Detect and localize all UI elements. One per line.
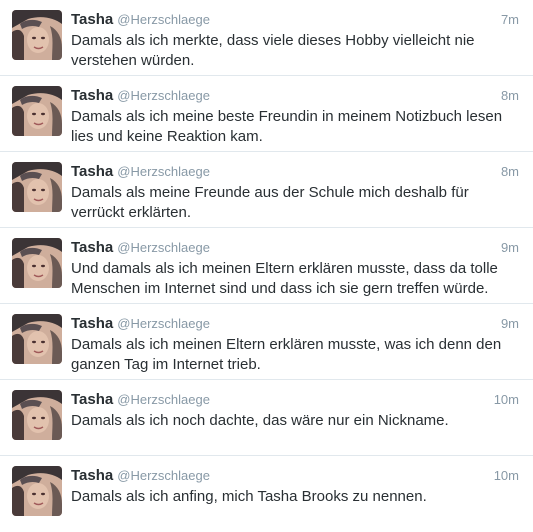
user-handle[interactable]: @Herzschlaege — [117, 316, 210, 331]
user-name[interactable]: Tasha — [71, 467, 113, 484]
timestamp[interactable]: 7m — [501, 12, 519, 27]
user-handle[interactable]: @Herzschlaege — [117, 164, 210, 179]
avatar[interactable] — [12, 10, 62, 60]
tweet[interactable]: Tasha @Herzschlaege 7m Damals als ich mer… — [0, 0, 533, 76]
user-name[interactable]: Tasha — [71, 315, 113, 332]
timestamp[interactable]: 9m — [501, 240, 519, 255]
avatar[interactable] — [12, 390, 62, 440]
tweet-text: Und damals als ich meinen Eltern erkläre… — [71, 260, 498, 297]
timestamp[interactable]: 9m — [501, 316, 519, 331]
timestamp[interactable]: 10m — [494, 468, 519, 483]
user-handle[interactable]: @Herzschlaege — [117, 88, 210, 103]
tweet-header: Tasha @Herzschlaege 8m — [71, 163, 519, 181]
user-handle[interactable]: @Herzschlaege — [117, 392, 210, 407]
avatar[interactable] — [12, 86, 62, 136]
avatar[interactable] — [12, 162, 62, 212]
tweet-header: Tasha @Herzschlaege 10m — [71, 391, 519, 409]
timestamp[interactable]: 8m — [501, 164, 519, 179]
user-name[interactable]: Tasha — [71, 239, 113, 256]
user-handle[interactable]: @Herzschlaege — [117, 468, 210, 483]
user-handle[interactable]: @Herzschlaege — [117, 12, 210, 27]
tweet-text: Damals als ich meine beste Freundin in m… — [71, 108, 503, 145]
tweet-header: Tasha @Herzschlaege 8m — [71, 87, 519, 105]
tweet-feed: Tasha @Herzschlaege 7m Damals als ich mer… — [0, 0, 533, 520]
user-name[interactable]: Tasha — [71, 163, 113, 180]
tweet[interactable]: Tasha @Herzschlaege 8m Damals als ich mei… — [0, 76, 533, 152]
tweet[interactable]: Tasha @Herzschlaege 10m Damals als ich no… — [0, 380, 533, 456]
user-handle[interactable]: @Herzschlaege — [117, 240, 210, 255]
avatar[interactable] — [12, 238, 62, 288]
tweet-text: Damals als ich merkte, dass viele dieses… — [71, 32, 475, 69]
tweet-header: Tasha @Herzschlaege 9m — [71, 239, 519, 257]
tweet[interactable]: Tasha @Herzschlaege 9m Und damals als ich… — [0, 228, 533, 304]
tweet[interactable]: Tasha @Herzschlaege 8m Damals als meine F… — [0, 152, 533, 228]
avatar[interactable] — [12, 314, 62, 364]
tweet-header: Tasha @Herzschlaege 10m — [71, 467, 519, 485]
timestamp[interactable]: 8m — [501, 88, 519, 103]
avatar[interactable] — [12, 466, 62, 516]
tweet-text: Damals als meine Freunde aus der Schule … — [71, 184, 469, 221]
user-name[interactable]: Tasha — [71, 391, 113, 408]
timestamp[interactable]: 10m — [494, 392, 519, 407]
tweet-text: Damals als ich noch dachte, das wäre nur… — [71, 412, 449, 429]
tweet-header: Tasha @Herzschlaege 7m — [71, 11, 519, 29]
tweet[interactable]: Tasha @Herzschlaege 10m Damals als ich an… — [0, 456, 533, 532]
user-name[interactable]: Tasha — [71, 87, 113, 104]
user-name[interactable]: Tasha — [71, 11, 113, 28]
tweet-header: Tasha @Herzschlaege 9m — [71, 315, 519, 333]
tweet-text: Damals als ich anfing, mich Tasha Brooks… — [71, 488, 427, 505]
tweet-text: Damals als ich meinen Eltern erklären mu… — [71, 336, 502, 373]
tweet[interactable]: Tasha @Herzschlaege 9m Damals als ich mei… — [0, 304, 533, 380]
